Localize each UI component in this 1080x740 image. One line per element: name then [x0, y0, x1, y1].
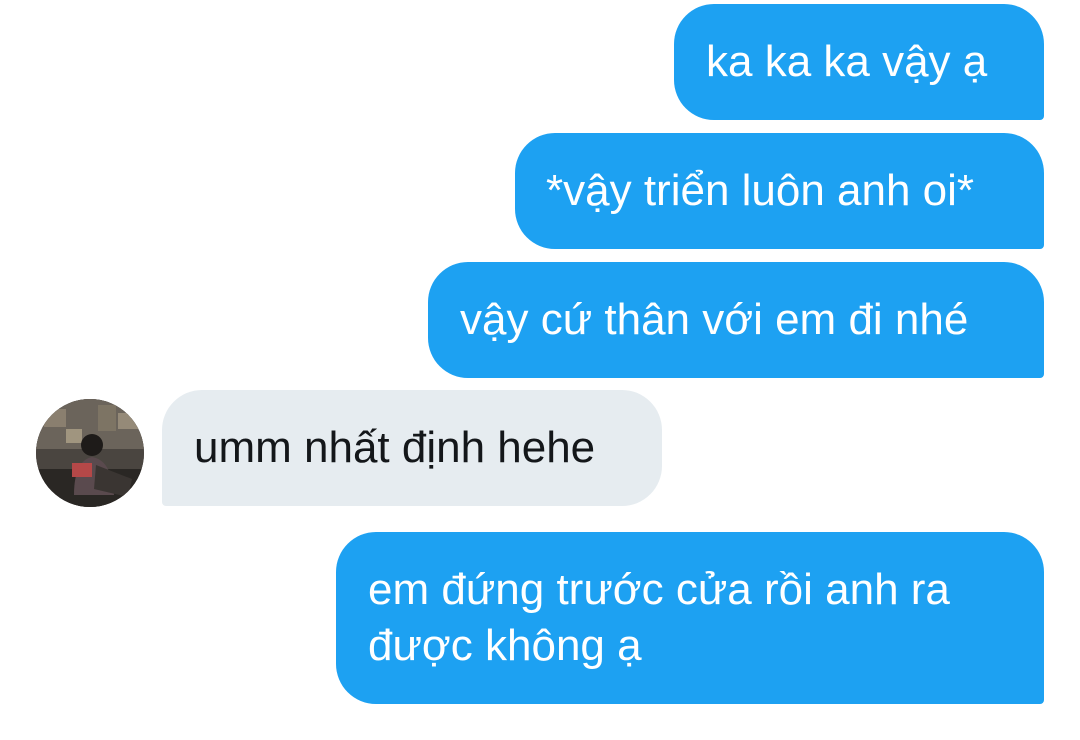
- sender-avatar[interactable]: [36, 399, 144, 507]
- outgoing-message-bubble[interactable]: *vậy triển luôn anh oi*: [515, 133, 1044, 249]
- incoming-message-bubble[interactable]: umm nhất định hehe: [162, 390, 662, 506]
- outgoing-message-bubble[interactable]: em đứng trước cửa rồi anh ra được không …: [336, 532, 1044, 704]
- outgoing-message-bubble[interactable]: ka ka ka vậy ạ: [674, 4, 1044, 120]
- avatar-photo-icon: [36, 399, 144, 507]
- message-thread: ka ka ka vậy ạ *vậy triển luôn anh oi* v…: [0, 0, 1080, 740]
- outgoing-message-bubble[interactable]: vậy cứ thân với em đi nhé: [428, 262, 1044, 378]
